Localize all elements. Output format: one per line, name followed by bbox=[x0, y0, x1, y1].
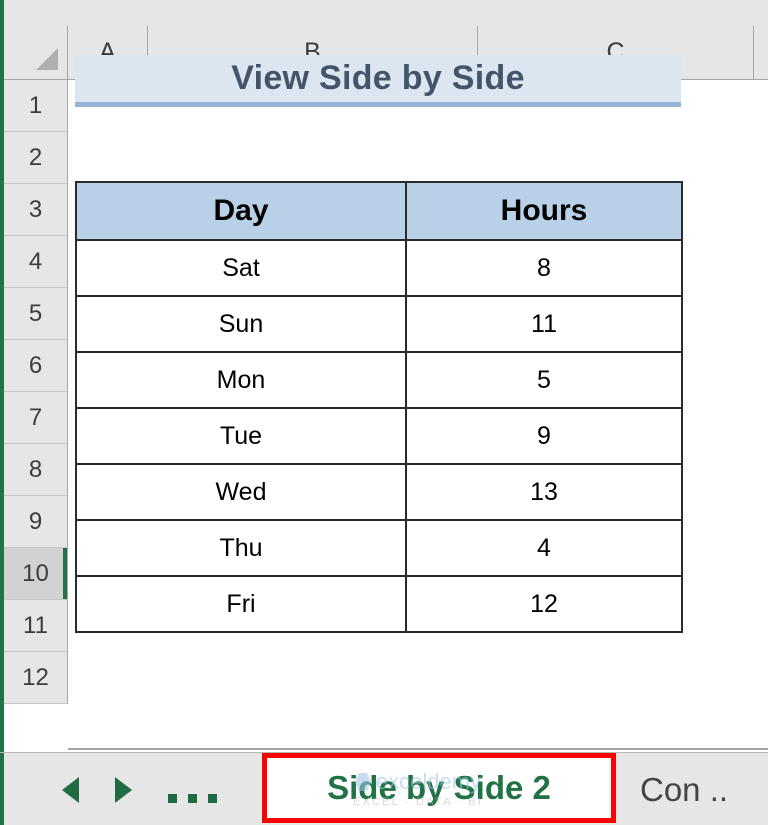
row-header-5[interactable]: 5 bbox=[4, 288, 68, 340]
sheet-tab-active-label: Side by Side 2 bbox=[327, 769, 551, 806]
table-header-hours: Hours bbox=[405, 181, 683, 241]
table-header-day: Day bbox=[75, 181, 407, 241]
row-header-6-label: 6 bbox=[28, 351, 43, 379]
row-header-5-label: 5 bbox=[28, 299, 43, 327]
sheet-tab-bar: Side by Side 2 Con .. bbox=[0, 752, 768, 825]
column-header-d[interactable] bbox=[754, 26, 768, 79]
ellipsis-dot bbox=[208, 793, 217, 803]
table-row[interactable]: Wed 13 bbox=[75, 463, 683, 521]
sheet-navigation-controls bbox=[62, 753, 217, 825]
triangle-left-icon[interactable] bbox=[62, 776, 79, 803]
cell-hours[interactable]: 13 bbox=[405, 463, 683, 521]
table-row[interactable]: Tue 9 bbox=[75, 407, 683, 465]
row-header-4-label: 4 bbox=[28, 247, 43, 275]
cell-day[interactable]: Sat bbox=[75, 239, 407, 297]
row-header-9[interactable]: 9 bbox=[4, 496, 68, 548]
worksheet-grid: A B C 1 2 3 4 5 6 7 8 9 10 11 12 View Si… bbox=[4, 0, 768, 752]
cell-hours[interactable]: 12 bbox=[405, 575, 683, 633]
grid-bottom-rule bbox=[68, 748, 768, 750]
banner-title: View Side by Side bbox=[75, 55, 681, 107]
row-header-8[interactable]: 8 bbox=[4, 444, 68, 496]
cell-day[interactable]: Fri bbox=[75, 575, 407, 633]
table-row[interactable]: Sat 8 bbox=[75, 239, 683, 297]
excel-worksheet-window: A B C 1 2 3 4 5 6 7 8 9 10 11 12 View Si… bbox=[0, 0, 768, 825]
table-row[interactable]: Mon 5 bbox=[75, 351, 683, 409]
row-header-7[interactable]: 7 bbox=[4, 392, 68, 444]
table-header-row: Day Hours bbox=[75, 181, 683, 241]
row-header-11-label: 11 bbox=[23, 611, 48, 639]
cell-day[interactable]: Tue bbox=[75, 407, 407, 465]
row-header-10[interactable]: 10 bbox=[4, 548, 68, 600]
row-header-2-label: 2 bbox=[28, 143, 43, 171]
row-header-1-label: 1 bbox=[28, 91, 43, 119]
row-header-12[interactable]: 12 bbox=[4, 652, 68, 704]
ellipsis-dot bbox=[188, 793, 197, 803]
row-header-6[interactable]: 6 bbox=[4, 340, 68, 392]
triangle-icon bbox=[36, 48, 58, 70]
table-row[interactable]: Sun 11 bbox=[75, 295, 683, 353]
cell-day[interactable]: Mon bbox=[75, 351, 407, 409]
row-header-12-label: 12 bbox=[22, 663, 49, 691]
sheet-tab-inactive-label: Con .. bbox=[640, 770, 729, 808]
row-header-1[interactable]: 1 bbox=[4, 80, 68, 132]
row-header-4[interactable]: 4 bbox=[4, 236, 68, 288]
banner-title-text: View Side by Side bbox=[231, 59, 525, 97]
ellipsis-icon[interactable] bbox=[168, 777, 217, 803]
cell-hours[interactable]: 11 bbox=[405, 295, 683, 353]
grid-top-strip bbox=[4, 0, 768, 26]
cell-hours[interactable]: 8 bbox=[405, 239, 683, 297]
cell-day[interactable]: Wed bbox=[75, 463, 407, 521]
row-header-11[interactable]: 11 bbox=[4, 600, 68, 652]
table-row[interactable]: Fri 12 bbox=[75, 575, 683, 633]
cell-hours[interactable]: 5 bbox=[405, 351, 683, 409]
row-header-10-label: 10 bbox=[22, 559, 49, 587]
row-header-7-label: 7 bbox=[28, 403, 43, 431]
row-header-2[interactable]: 2 bbox=[4, 132, 68, 184]
row-header-3[interactable]: 3 bbox=[4, 184, 68, 236]
row-header-3-label: 3 bbox=[28, 195, 43, 223]
cell-hours[interactable]: 4 bbox=[405, 519, 683, 577]
ellipsis-dot bbox=[168, 793, 177, 803]
cell-day[interactable]: Thu bbox=[75, 519, 407, 577]
data-table: Day Hours Sat 8 Sun 11 Mon 5 Tue 9 Wed 1… bbox=[75, 181, 683, 633]
row-header-column: 1 2 3 4 5 6 7 8 9 10 11 12 bbox=[4, 80, 68, 704]
sheet-tab-inactive[interactable]: Con .. bbox=[640, 753, 728, 825]
sheet-tab-active[interactable]: Side by Side 2 bbox=[262, 753, 616, 823]
cell-day[interactable]: Sun bbox=[75, 295, 407, 353]
select-all-button[interactable] bbox=[4, 26, 68, 80]
table-row[interactable]: Thu 4 bbox=[75, 519, 683, 577]
row-header-8-label: 8 bbox=[28, 455, 43, 483]
triangle-right-icon[interactable] bbox=[115, 776, 132, 803]
cell-hours[interactable]: 9 bbox=[405, 407, 683, 465]
row-header-9-label: 9 bbox=[28, 507, 43, 535]
sheet-tab-bar-edge bbox=[0, 753, 4, 825]
